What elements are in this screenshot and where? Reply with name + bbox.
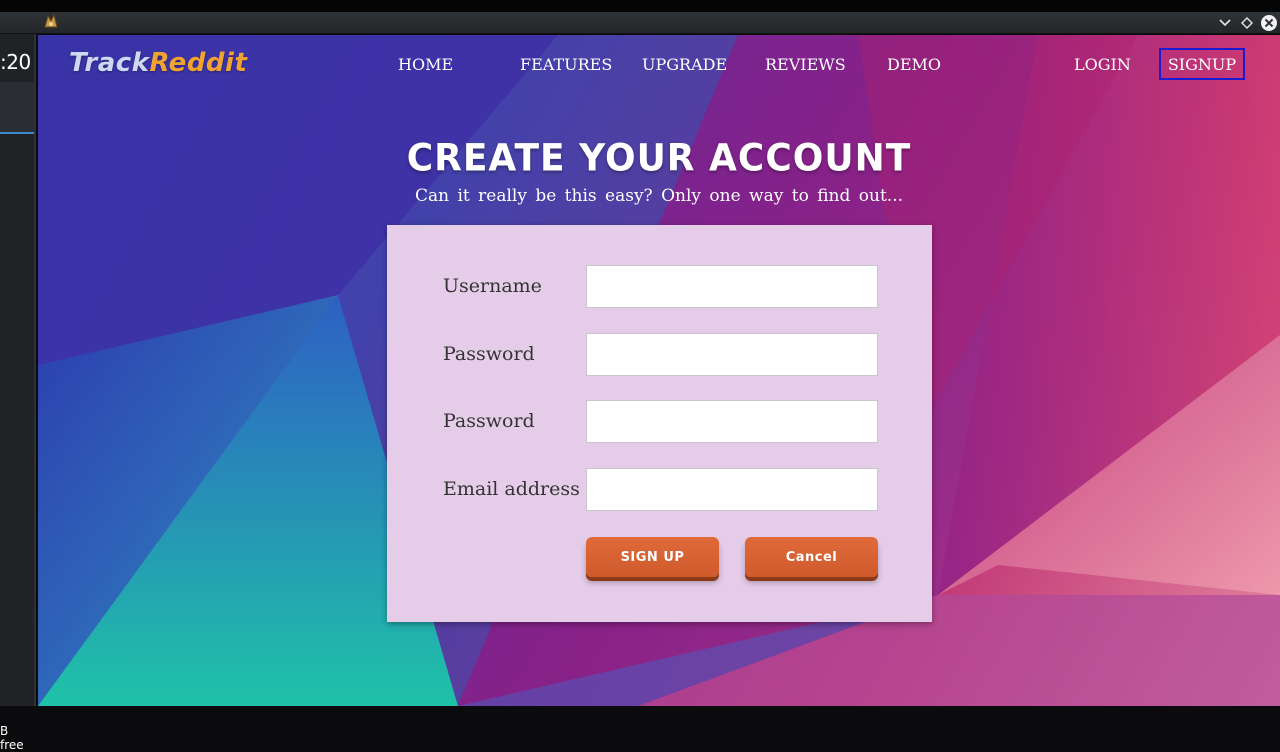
disk-free-label: B free <box>0 724 24 752</box>
password-confirm-label: Password <box>443 410 535 432</box>
nav-upgrade[interactable]: UPGRADE <box>642 55 727 74</box>
nav-signup[interactable]: SIGNUP <box>1159 48 1245 80</box>
screen-top-edge <box>0 0 1280 12</box>
web-page: TrackReddit HOME FEATURES UPGRADE REVIEW… <box>38 35 1280 706</box>
username-input[interactable] <box>586 265 878 308</box>
password-confirm-input[interactable] <box>586 400 878 443</box>
site-logo[interactable]: TrackReddit <box>69 48 247 78</box>
close-window-icon[interactable] <box>1258 12 1280 34</box>
screen-bottom-edge <box>0 706 1280 720</box>
nav-demo[interactable]: DEMO <box>887 55 941 74</box>
clock-text: :20 <box>0 50 31 74</box>
password-label: Password <box>443 343 535 365</box>
password-input[interactable] <box>586 333 878 376</box>
app-icon <box>42 12 60 30</box>
signup-button[interactable]: SIGN UP <box>586 537 719 577</box>
signup-form: Username Password Password Email address… <box>387 225 932 622</box>
nav-home[interactable]: HOME <box>398 55 453 74</box>
nav-features[interactable]: FEATURES <box>520 55 612 74</box>
logo-text-track: Track <box>69 48 150 78</box>
page-title: CREATE YOUR ACCOUNT <box>406 136 912 181</box>
page-subtitle: Can it really be this easy? Only one way… <box>414 186 904 206</box>
maximize-diamond-icon[interactable] <box>1236 12 1258 34</box>
panel-widget[interactable] <box>0 82 34 134</box>
logo-text-reddit: Reddit <box>149 48 248 78</box>
email-input[interactable] <box>586 468 878 511</box>
cancel-button[interactable]: Cancel <box>745 537 878 577</box>
minimize-chevron-icon[interactable] <box>1214 12 1236 34</box>
nav-login[interactable]: LOGIN <box>1074 55 1131 74</box>
username-label: Username <box>443 275 542 297</box>
nav-reviews[interactable]: REVIEWS <box>765 55 846 74</box>
window-titlebar[interactable] <box>0 12 1280 34</box>
desktop-side-panel: :20 B free <box>0 34 36 752</box>
email-label: Email address <box>443 478 580 500</box>
